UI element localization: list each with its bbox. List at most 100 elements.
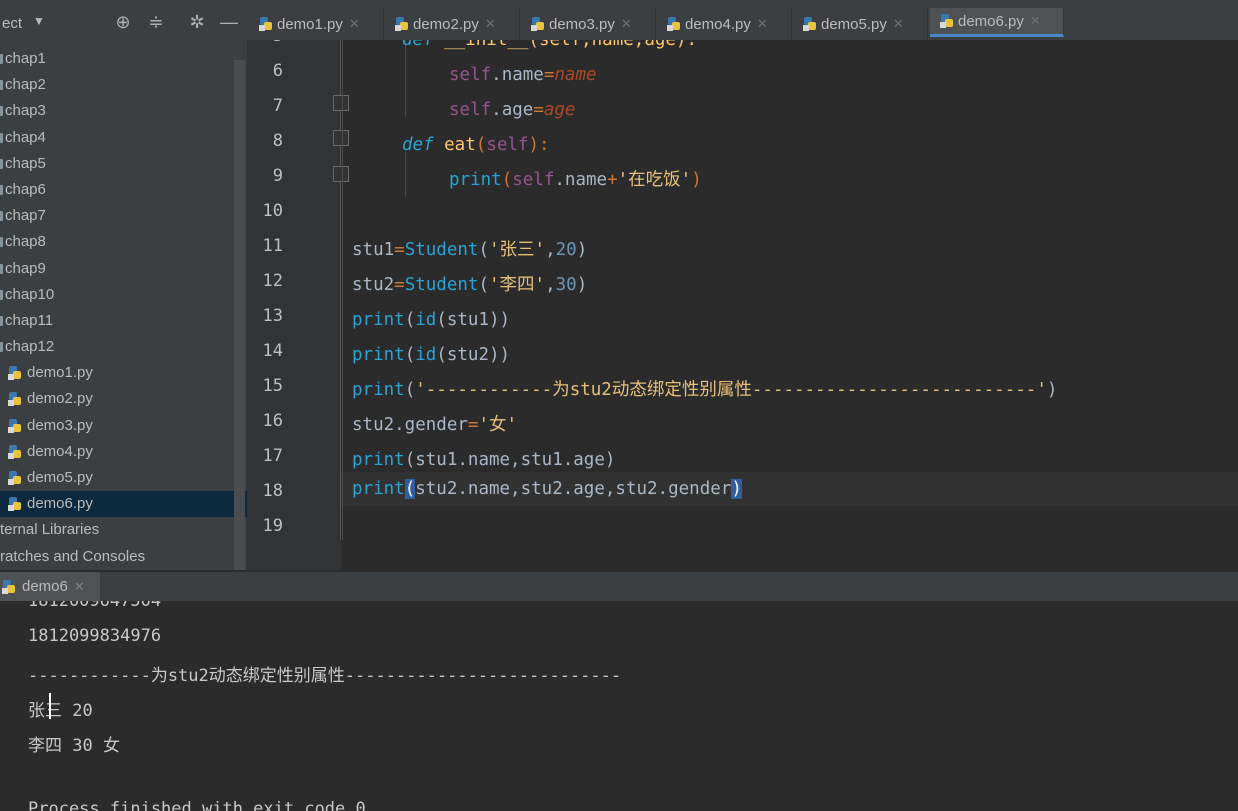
tab-demo1[interactable]: demo1.py ✕ [259,8,384,40]
tab-demo5[interactable]: demo5.py ✕ [803,8,928,40]
run-tool-window-header: demo6 ✕ [0,572,1238,602]
python-file-icon [940,14,953,28]
chevron-down-icon[interactable]: ▼ [33,14,45,28]
sidebar-scrollbar[interactable] [234,60,245,570]
code-line-5[interactable]: def __init__(self,name,age): [402,40,697,58]
tree-file-demo2[interactable]: demo2.py [0,386,247,412]
line-number: 7 [272,96,283,116]
tree-file-demo3[interactable]: demo3.py [0,413,247,439]
tree-folder-chap5[interactable]: chap5 [0,151,247,177]
line-number: 14 [262,341,283,361]
folder-icon [0,211,3,222]
code-line-9[interactable]: print(self.name+'在吃饭') [449,163,702,198]
tree-item-label: chap6 [5,180,46,198]
python-file-icon [8,366,21,381]
tree-item-label: chap5 [5,154,46,172]
tab-demo2[interactable]: demo2.py ✕ [395,8,520,40]
code-line-8[interactable]: def eat(self): [402,128,550,163]
close-icon[interactable]: ✕ [621,16,632,32]
python-file-icon [259,17,272,31]
tree-folder-chap6[interactable]: chap6 [0,177,247,203]
tree-item-label: demo6.py [27,495,93,513]
tree-file-demo5[interactable]: demo5.py [0,465,247,491]
project-view-selector[interactable]: ect [2,15,22,32]
line-number: 16 [262,411,283,431]
tree-item-label: chap12 [5,338,55,356]
text-cursor [49,693,51,719]
code-line-12[interactable]: stu2=Student('李四',30) [352,268,587,303]
line-number: 10 [262,201,283,221]
tab-demo6[interactable]: demo6.py ✕ [930,8,1064,37]
folder-icon [0,158,3,169]
close-icon[interactable]: ✕ [74,579,85,595]
tree-item-label: chap8 [5,233,46,251]
tree-folder-chap12[interactable]: chap12 [0,334,247,360]
console-line: 张三 20 [28,701,93,721]
tree-folder-chap10[interactable]: chap10 [0,282,247,308]
folder-icon [0,237,3,248]
line-number-gutter: 5 6 7 8 9 10 11 12 13 14 15 16 17 18 19 [247,40,341,570]
tab-demo3[interactable]: demo3.py ✕ [531,8,656,40]
fold-marker-icon[interactable] [333,130,349,146]
indent-guide [342,40,343,540]
tab-demo4[interactable]: demo4.py ✕ [667,8,792,40]
tree-item-label: demo2.py [27,390,93,408]
line-number: 9 [272,166,283,186]
tree-folder-chap3[interactable]: chap3 [0,98,247,124]
code-line-13[interactable]: print(id(stu1)) [352,303,510,338]
code-line-14[interactable]: print(id(stu2)) [352,338,510,373]
close-icon[interactable]: ✕ [757,16,768,32]
tree-scratches-consoles[interactable]: ratches and Consoles [0,544,247,570]
code-line-7[interactable]: self.age=age [449,93,575,128]
run-console[interactable]: 1812009647504 1812099834976 ------------… [0,601,1238,811]
tree-folder-chap8[interactable]: chap8 [0,229,247,255]
code-line-16[interactable]: stu2.gender='女' [352,408,517,443]
tree-file-demo4[interactable]: demo4.py [0,439,247,465]
tab-label: demo2.py [413,15,479,33]
hide-icon[interactable]: — [218,12,240,33]
tree-folder-chap11[interactable]: chap11 [0,308,247,334]
collapse-all-icon[interactable]: ≑ [145,12,167,33]
tree-external-libraries[interactable]: ternal Libraries [0,517,247,543]
folder-icon [0,132,3,143]
folder-icon [0,263,3,274]
code-line-15[interactable]: print('------------为stu2动态绑定性别属性--------… [352,373,1057,408]
gear-icon[interactable]: ✲ [186,12,208,33]
tree-item-label: chap9 [5,259,46,277]
tree-folder-chap7[interactable]: chap7 [0,203,247,229]
close-icon[interactable]: ✕ [893,16,904,32]
code-editor[interactable]: 5 6 7 8 9 10 11 12 13 14 15 16 17 18 19 … [247,40,1238,570]
code-line-18[interactable]: print(stu2.name,stu2.age,stu2.gender) [352,472,742,507]
python-file-icon [8,444,21,459]
tree-folder-chap2[interactable]: chap2 [0,72,247,98]
tab-label: demo1.py [277,15,343,33]
run-tab-demo6[interactable]: demo6 ✕ [0,572,100,601]
close-icon[interactable]: ✕ [349,16,360,32]
code-line-6[interactable]: self.name=name [449,58,597,93]
close-icon[interactable]: ✕ [485,16,496,32]
line-number: 19 [262,516,283,536]
tree-item-label: chap1 [5,50,46,67]
python-file-icon [8,418,21,433]
editor-tab-bar: demo1.py ✕ demo2.py ✕ demo3.py ✕ demo4.py ✕ … [247,8,1238,41]
tab-label: demo3.py [549,15,615,33]
tree-item-label: chap10 [5,285,55,303]
line-number: 15 [262,376,283,396]
folder-icon [0,54,3,64]
close-icon[interactable]: ✕ [1030,13,1041,29]
project-tool-window: ect ▼ ⊕ ≑ ✲ — chap1 chap2 chap3 chap4 ch… [0,8,247,570]
tree-file-demo6[interactable]: demo6.py [0,491,247,518]
code-line-11[interactable]: stu1=Student('张三',20) [352,233,587,268]
tree-folder-chap1[interactable]: chap1 [0,46,247,72]
line-number: 13 [262,306,283,326]
fold-marker-icon[interactable] [333,95,349,111]
gutter-divider [340,40,341,540]
fold-marker-icon[interactable] [333,166,349,182]
tab-label: demo4.py [685,15,751,33]
tree-folder-chap4[interactable]: chap4 [0,125,247,151]
tree-folder-chap9[interactable]: chap9 [0,256,247,282]
tree-file-demo1[interactable]: demo1.py [0,360,247,386]
line-number: 11 [262,236,283,256]
project-tree: chap1 chap2 chap3 chap4 chap5 chap6 chap… [0,46,247,570]
locate-icon[interactable]: ⊕ [112,12,134,33]
